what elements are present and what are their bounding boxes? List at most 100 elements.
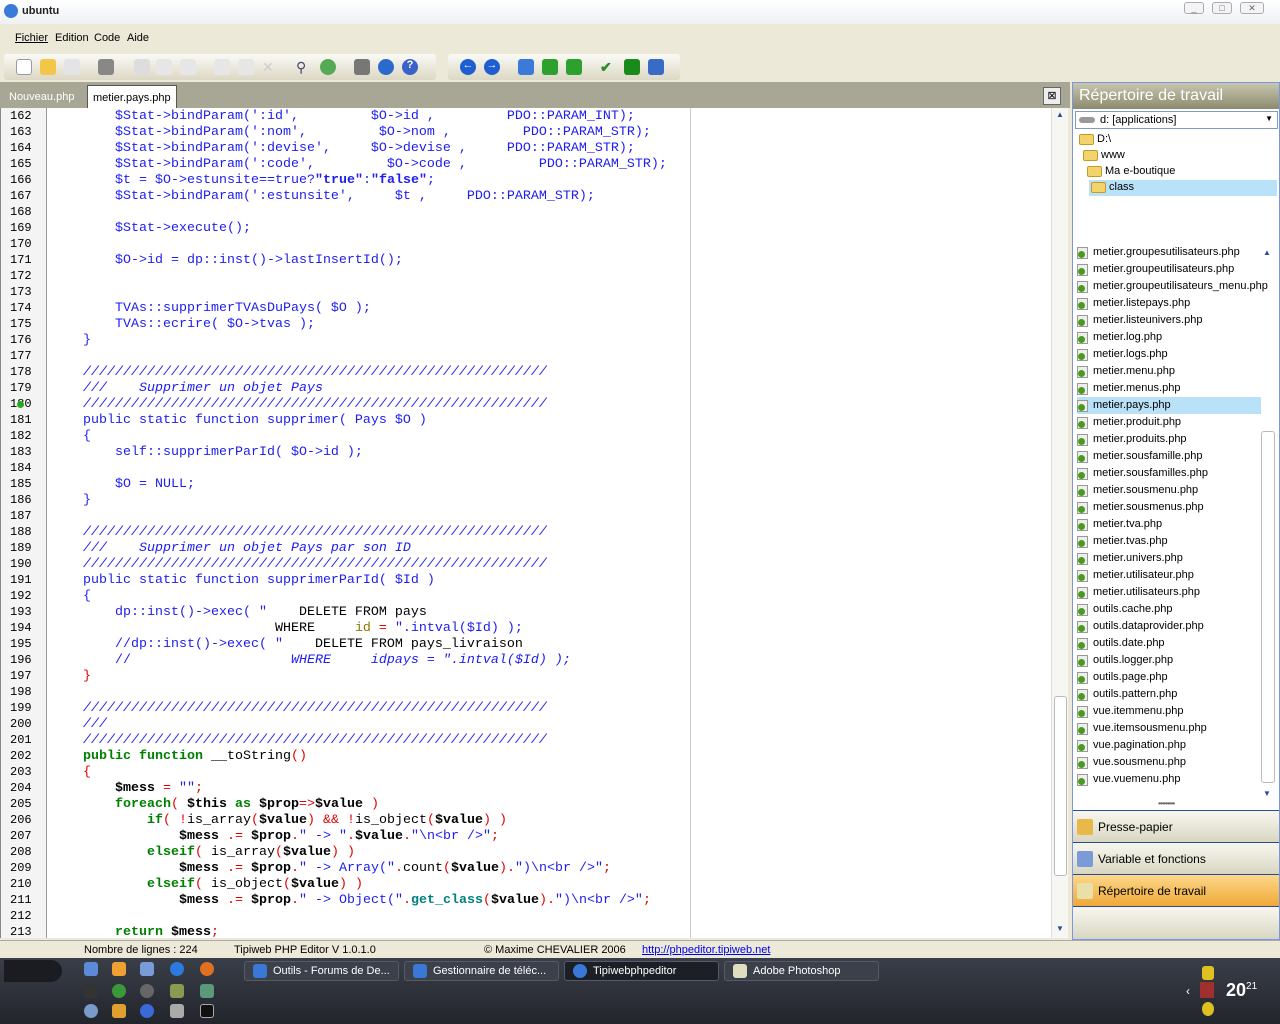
menu-aide[interactable]: Aide [127,32,149,44]
code-line[interactable]: return $mess; [51,925,219,938]
file-list-item[interactable]: metier.sousmenus.php [1077,499,1261,516]
clipboard-button[interactable]: Presse-papier [1073,810,1279,842]
code-line[interactable]: { [51,765,91,781]
code-line[interactable]: //dp::inst()->exec( " DELETE FROM pays_l… [51,637,523,653]
delete-icon[interactable]: ✕ [262,59,278,75]
code-line[interactable]: /// [51,717,107,733]
file-list-item[interactable]: metier.utilisateurs.php [1077,584,1261,601]
bookmark-marker-icon[interactable] [17,401,24,408]
code-line[interactable]: dp::inst()->exec( " DELETE FROM pays [51,605,427,621]
copy-icon[interactable] [156,59,172,75]
file-list-item[interactable]: metier.pays.php [1077,397,1261,414]
quicklaunch-icon-9[interactable] [170,984,184,998]
preview-icon[interactable] [648,59,664,75]
quicklaunch-icon-6[interactable] [84,984,98,998]
file-list-item[interactable]: outils.date.php [1077,635,1261,652]
taskbar-item[interactable]: Adobe Photoshop [724,961,879,981]
code-line[interactable]: } [51,493,91,509]
home-icon[interactable] [354,59,370,75]
code-line[interactable]: $Stat->execute(); [51,221,251,237]
menu-fichier[interactable]: Fichier [15,32,48,44]
list-scroll-up-icon[interactable]: ▲ [1263,248,1271,257]
code-line[interactable]: $mess .= $prop." -> Array(".count($value… [51,861,611,877]
close-tab-icon[interactable]: ⊠ [1043,87,1061,105]
code-editor[interactable]: 162 163 164 165 166 167 168 169 170 171 172 173 174 1… [0,108,1068,938]
file-list-item[interactable]: metier.sousfamilles.php [1077,465,1261,482]
save-icon[interactable] [64,59,80,75]
start-button[interactable] [4,960,62,982]
quicklaunch-icon-11[interactable] [84,1004,98,1018]
menu-code[interactable]: Code [94,32,120,44]
code-line[interactable]: WHERE id = ".intval($Id) ); [51,621,523,637]
minimize-button[interactable]: _ [1184,2,1204,14]
code-line[interactable]: ////////////////////////////////////////… [51,701,547,717]
paste-icon[interactable] [180,59,196,75]
maximize-button[interactable]: □ [1212,2,1232,14]
show-hidden-icons-icon[interactable]: ‹ [1186,984,1190,998]
list-scroll-down-icon[interactable]: ▼ [1263,789,1271,798]
file-list-item[interactable]: metier.log.php [1077,329,1261,346]
file-list-item[interactable]: vue.pagination.php [1077,737,1261,754]
quicklaunch-icon-12[interactable] [112,1004,126,1018]
messenger-tray-icon[interactable] [1202,1002,1214,1016]
expand-icon[interactable] [566,59,582,75]
print-icon[interactable] [98,59,114,75]
menu-edition[interactable]: Edition [55,32,89,44]
file-list-item[interactable]: metier.sousfamille.php [1077,448,1261,465]
code-line[interactable]: { [51,589,91,605]
code-line[interactable]: /// Supprimer un objet Pays par son ID [51,541,411,557]
folder-tree-item[interactable]: Ma e-boutique [1085,164,1175,180]
chevron-down-icon[interactable]: ▼ [1265,114,1273,123]
code-line[interactable]: $Stat->bindParam(':estunsite', $t , PDO:… [51,189,595,205]
code-line[interactable]: elseif( is_array($value) ) [51,845,355,861]
quicklaunch-desktop-icon[interactable] [84,962,98,976]
clock[interactable]: 2021 [1226,980,1257,1001]
quicklaunch-icon-13[interactable] [140,1004,154,1018]
close-button[interactable]: ✕ [1240,2,1264,14]
quicklaunch-icon-10[interactable] [200,984,214,998]
file-list-item[interactable]: outils.cache.php [1077,601,1261,618]
code-line[interactable]: TVAs::supprimerTVAsDuPays( $O ); [51,301,371,317]
file-list-item[interactable]: metier.logs.php [1077,346,1261,363]
help-icon[interactable]: ? [402,59,418,75]
code-line[interactable]: ////////////////////////////////////////… [51,557,547,573]
file-list-item[interactable]: metier.menus.php [1077,380,1261,397]
run-icon[interactable] [624,59,640,75]
file-list-item[interactable]: vue.itemsousmenu.php [1077,720,1261,737]
file-list-item[interactable]: vue.sousmenu.php [1077,754,1261,771]
open-folder-icon[interactable] [40,59,56,75]
cut-icon[interactable] [134,59,150,75]
file-list-item[interactable]: metier.produit.php [1077,414,1261,431]
tab-metier-pays[interactable]: metier.pays.php [87,85,177,108]
new-file-icon[interactable] [16,59,32,75]
code-line[interactable]: $Stat->bindParam(':code', $O->code , PDO… [51,157,667,173]
variables-button[interactable]: Variable et fonctions [1073,842,1279,874]
tree-icon[interactable] [518,59,534,75]
file-list-item[interactable]: metier.utilisateur.php [1077,567,1261,584]
code-line[interactable]: $mess .= $prop." -> Object(".get_class($… [51,893,651,909]
code-line[interactable]: elseif( is_object($value) ) [51,877,363,893]
code-line[interactable]: $O = NULL; [51,477,195,493]
quicklaunch-clock-icon[interactable] [112,962,126,976]
list-scroll-thumb[interactable] [1261,431,1275,783]
tab-nouveau[interactable]: Nouveau.php [4,85,79,108]
file-list-item[interactable]: outils.page.php [1077,669,1261,686]
code-line[interactable]: { [51,429,91,445]
code-line[interactable]: public static function supprimerParId( $… [51,573,435,589]
code-line[interactable]: } [51,333,91,349]
quicklaunch-firefox-icon[interactable] [200,962,214,976]
file-list-item[interactable]: metier.groupeutilisateurs_menu.php [1077,278,1268,295]
code-line[interactable]: /// Supprimer un objet Pays [51,381,323,397]
quicklaunch-app-icon[interactable] [140,962,154,976]
code-line[interactable]: } [51,669,91,685]
check-icon[interactable]: ✔ [600,59,616,75]
drive-select[interactable]: d: [applications] ▼ [1075,111,1278,129]
file-list-item[interactable]: vue.vuemenu.php [1077,771,1261,788]
code-line[interactable]: ////////////////////////////////////////… [51,525,547,541]
file-list-item[interactable]: metier.groupesutilisateurs.php [1077,244,1261,261]
code-line[interactable]: $O->id = dp::inst()->lastInsertId(); [51,253,403,269]
redo-icon[interactable] [238,59,254,75]
file-list-item[interactable]: metier.sousmenu.php [1077,482,1261,499]
file-list-item[interactable]: metier.listeunivers.php [1077,312,1261,329]
splitter-handle[interactable]: ••••••••• [1158,799,1175,808]
